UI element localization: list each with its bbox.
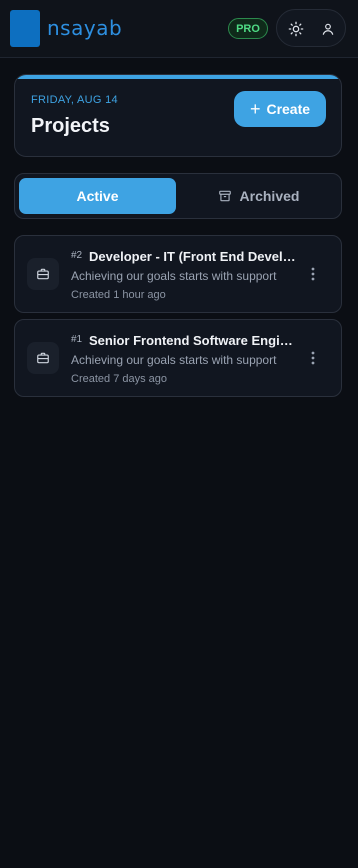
tab-active-label: Active	[76, 188, 119, 204]
sun-icon	[288, 21, 304, 37]
briefcase-icon	[37, 268, 49, 280]
more-vertical-icon	[311, 267, 315, 281]
project-description: Achieving our goals starts with support	[71, 269, 277, 283]
project-title[interactable]: Senior Frontend Software Engineer	[89, 333, 299, 348]
header-actions	[276, 9, 346, 47]
project-number: #1	[71, 334, 83, 345]
project-title[interactable]: Developer - IT (Front End Developer)	[89, 249, 299, 264]
tab-archived-label: Archived	[239, 188, 300, 204]
project-status-tabs: Active Archived	[14, 173, 342, 219]
projects-header-card: FRIDAY, AUG 14 Projects + Create	[14, 74, 342, 157]
project-icon	[27, 258, 59, 290]
project-menu-button[interactable]	[303, 346, 323, 370]
create-button-label: Create	[266, 101, 311, 117]
tab-active[interactable]: Active	[19, 178, 176, 214]
more-vertical-icon	[311, 351, 315, 365]
project-created: Created 1 hour ago	[71, 289, 166, 301]
project-menu-button[interactable]	[303, 262, 323, 286]
project-card[interactable]: #2 Developer - IT (Front End Developer) …	[14, 235, 342, 313]
project-number: #2	[71, 250, 83, 261]
app-header: nsayab PRO	[0, 0, 358, 58]
project-created: Created 7 days ago	[71, 373, 168, 385]
page-title: Projects	[31, 115, 110, 137]
briefcase-icon	[37, 352, 49, 364]
project-icon	[27, 342, 59, 374]
tab-archived[interactable]: Archived	[180, 178, 337, 214]
theme-toggle-button[interactable]	[279, 10, 313, 48]
user-menu-button[interactable]	[311, 10, 345, 48]
plus-icon: +	[249, 98, 261, 119]
user-icon	[322, 23, 334, 35]
pro-badge: PRO	[228, 18, 268, 39]
project-card[interactable]: #1 Senior Frontend Software Engineer Ach…	[14, 319, 342, 397]
logo-mark[interactable]	[10, 10, 40, 47]
create-project-button[interactable]: + Create	[234, 91, 326, 127]
archive-icon	[218, 190, 231, 202]
current-date: FRIDAY, AUG 14	[31, 94, 118, 106]
logo-text[interactable]: nsayab	[47, 16, 122, 40]
project-description: Achieving our goals starts with support	[71, 353, 277, 367]
card-accent-bar	[15, 75, 341, 79]
